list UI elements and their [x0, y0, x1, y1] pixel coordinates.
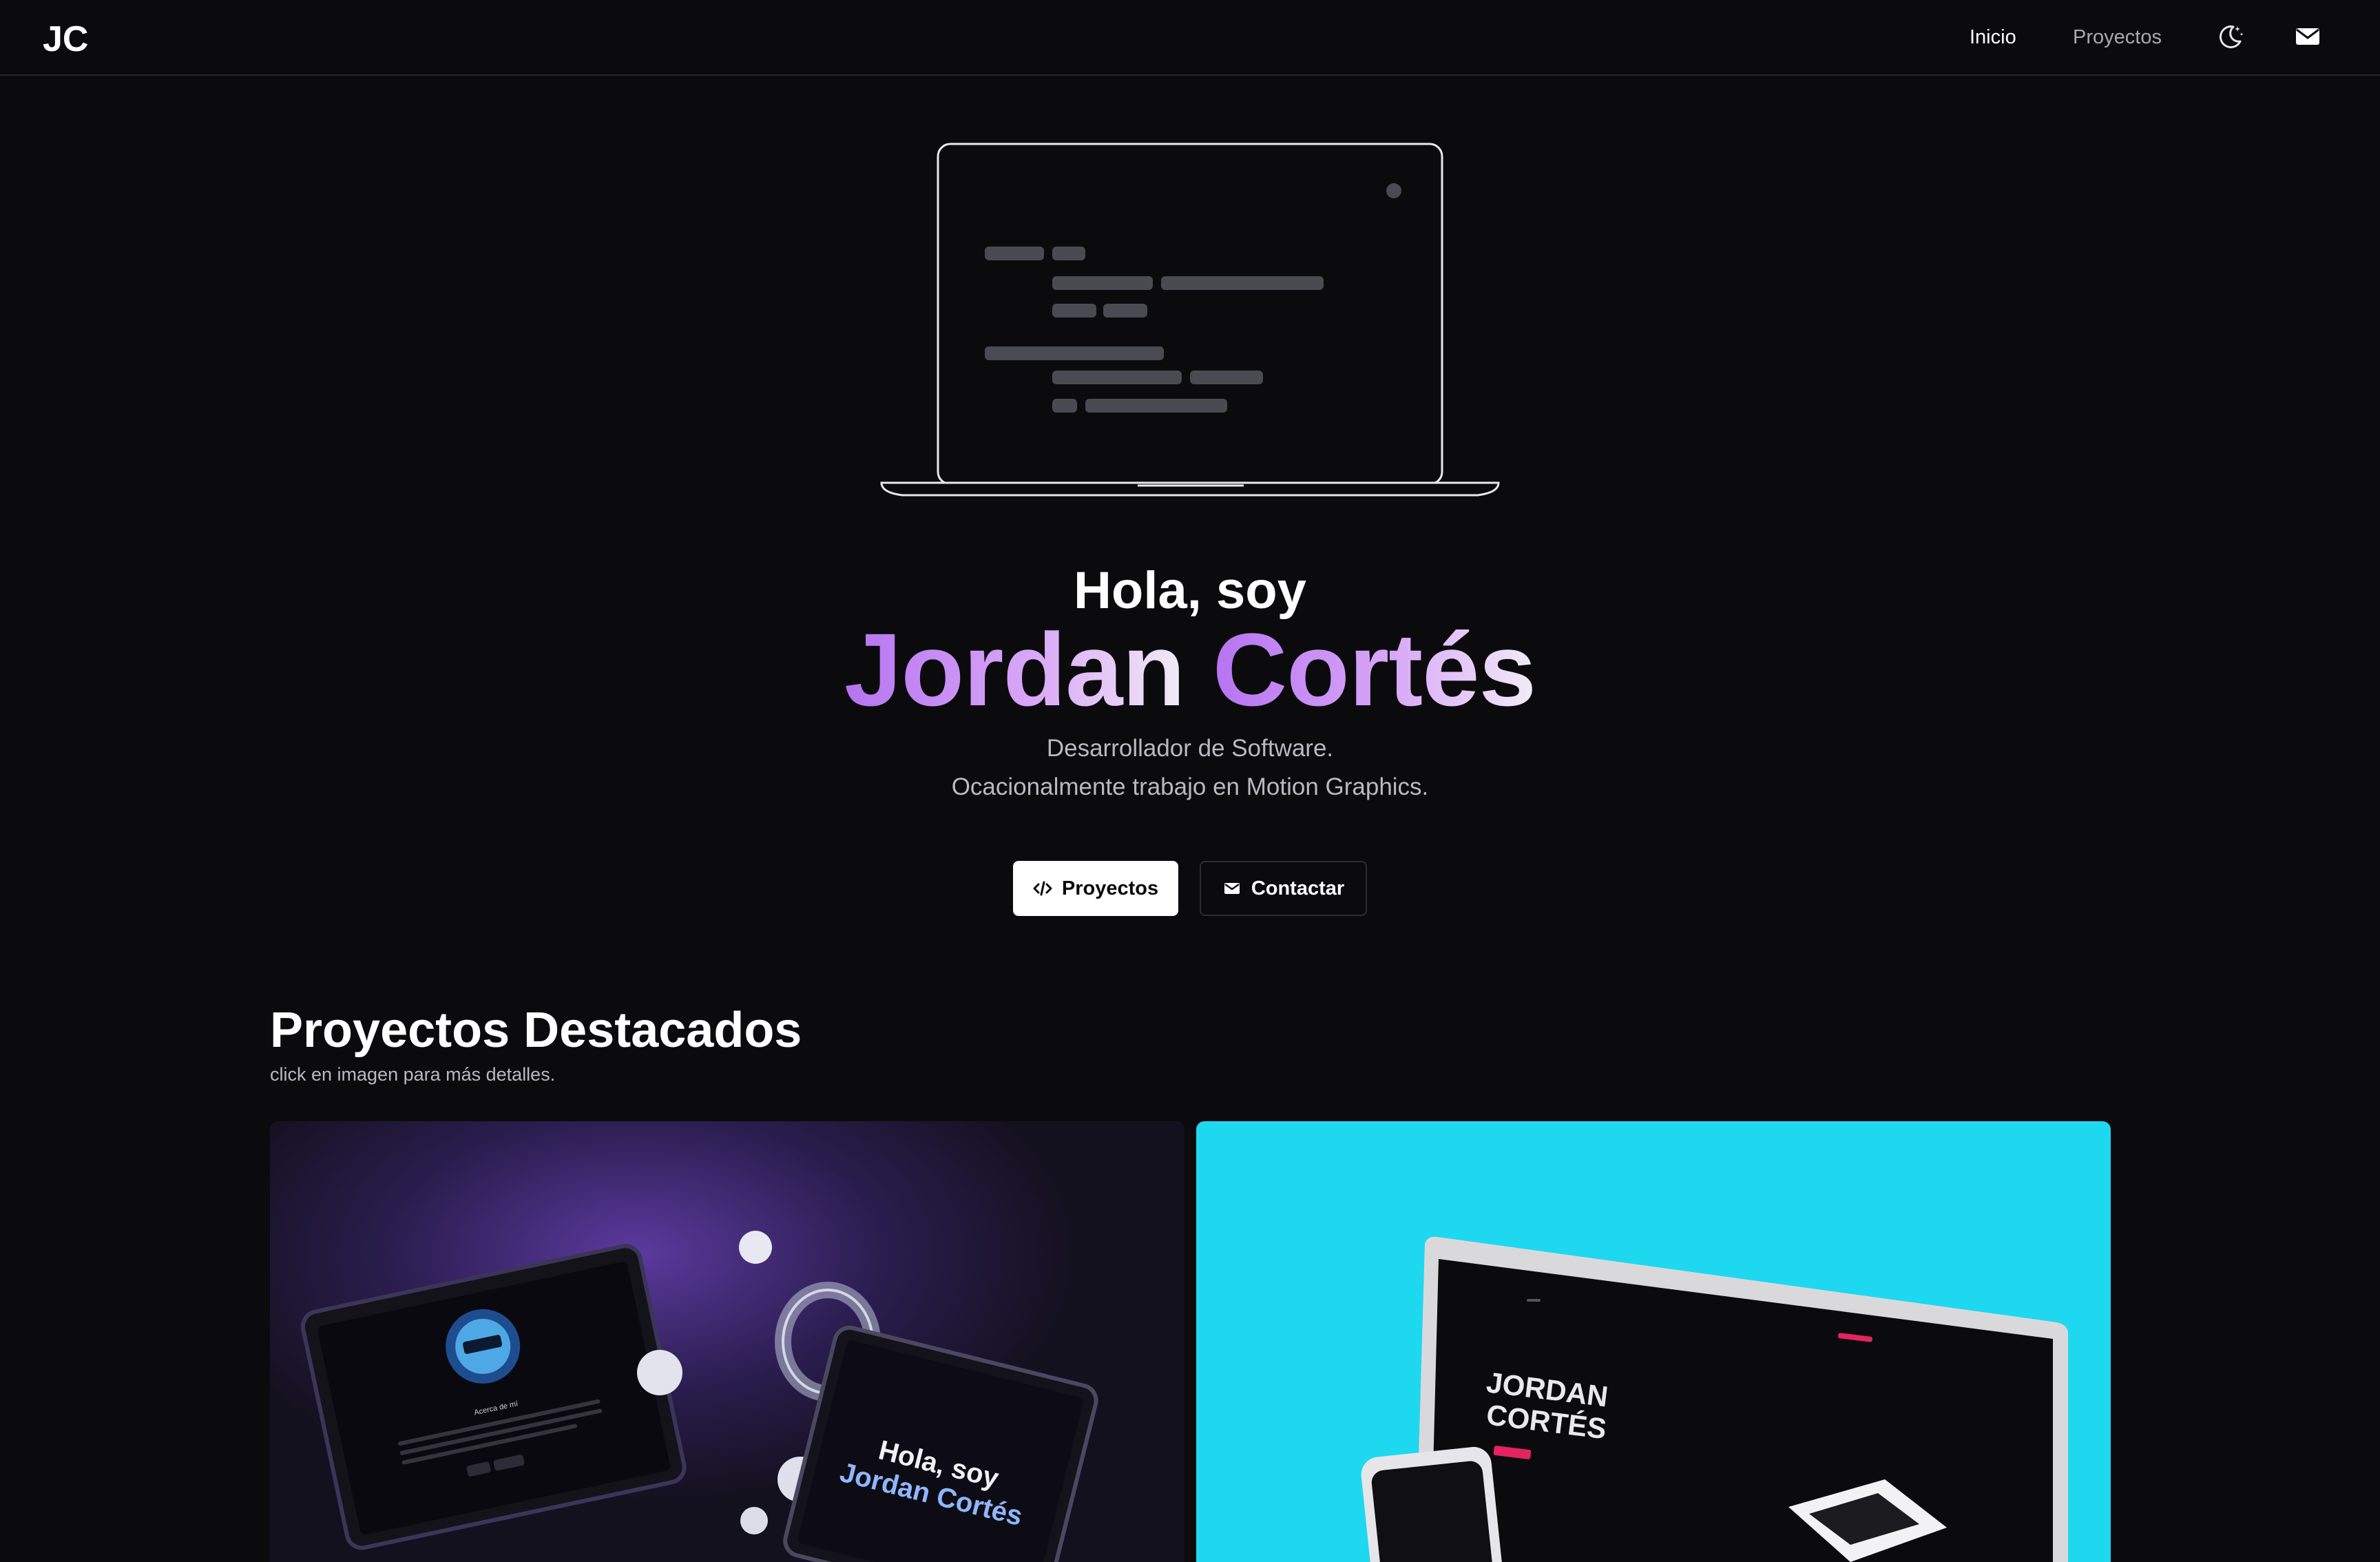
jc-logo[interactable]: JC — [43, 19, 91, 56]
mail-icon — [1224, 883, 1240, 894]
hero-subtitle-line1: Desarrollador de Software. — [1046, 735, 1334, 762]
project-card-1-image: Acerca de mí Hola, soy Jordan Cortés — [300, 1231, 1098, 1562]
featured-projects-subtitle: click en imagen para más detalles. — [270, 1064, 556, 1085]
hero-name-first: Jordan — [844, 612, 1185, 727]
laptop-code-illustration — [880, 143, 1500, 497]
contact-button[interactable]: Contactar — [1200, 861, 1367, 916]
code-icon — [1033, 881, 1052, 896]
logo-text: JC — [43, 19, 88, 56]
featured-projects-title: Proyectos Destacados — [270, 1003, 802, 1058]
nav-link-inicio[interactable]: Inicio — [1970, 23, 2016, 51]
projects-button-label: Proyectos — [1061, 877, 1159, 899]
project-card-2-image: JORDAN CORTÉS — [1361, 1236, 2069, 1562]
project-card-portfolio-cyan[interactable]: JORDAN CORTÉS — [1196, 1121, 2111, 1562]
projects-button[interactable]: Proyectos — [1013, 861, 1178, 916]
hero-name: Jordan Cortés — [0, 607, 2380, 731]
hero-subtitle-line2: Ocacionalmente trabajo en Motion Graphic… — [951, 773, 1429, 800]
project-card-portfolio-purple[interactable]: Acerca de mí Hola, soy Jordan Cortés — [270, 1121, 1184, 1562]
mail-icon[interactable] — [2292, 21, 2324, 52]
top-navbar: JC Inicio Proyectos — [0, 0, 2380, 76]
hero-name-last: Cortés — [1212, 612, 1536, 727]
contact-button-label: Contactar — [1251, 877, 1345, 899]
nav-link-proyectos[interactable]: Proyectos — [2073, 23, 2162, 51]
moon-stars-icon[interactable] — [2215, 21, 2246, 52]
